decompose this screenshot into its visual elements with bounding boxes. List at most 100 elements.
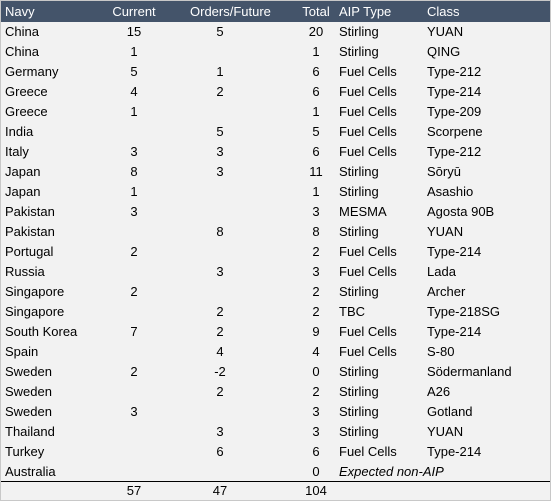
cell-current: 1 xyxy=(130,44,138,59)
header-aip-type: AIP Type xyxy=(339,4,392,19)
cell-total: 6 xyxy=(312,144,320,159)
cell-total: 9 xyxy=(312,324,320,339)
cell-navy: Germany xyxy=(5,64,59,79)
table-row: China 15 5 20 Stirling YUAN xyxy=(1,22,550,42)
cell-aip-type: Stirling xyxy=(339,44,379,59)
cell-total: 3 xyxy=(312,404,320,419)
cell-aip-type: Fuel Cells xyxy=(339,64,397,79)
cell-orders: 1 xyxy=(216,64,224,79)
cell-class: Type-214 xyxy=(427,84,482,99)
cell-total: 3 xyxy=(312,204,320,219)
cell-total: 6 xyxy=(312,64,320,79)
cell-class: Type-209 xyxy=(427,104,482,119)
cell-orders: 3 xyxy=(216,424,224,439)
cell-orders: 3 xyxy=(216,164,224,179)
cell-aip-type: Fuel Cells xyxy=(339,324,397,339)
cell-current: 8 xyxy=(130,164,138,179)
cell-class: Type-214 xyxy=(427,444,482,459)
cell-aip-type: Fuel Cells xyxy=(339,264,397,279)
cell-navy: Greece xyxy=(5,84,48,99)
cell-orders: 5 xyxy=(216,24,224,39)
cell-total: 2 xyxy=(312,284,320,299)
cell-orders: 3 xyxy=(216,264,224,279)
cell-aip-type: Fuel Cells xyxy=(339,244,397,259)
table-row: Japan 1 1 Stirling Asashio xyxy=(1,182,550,202)
cell-navy: Pakistan xyxy=(5,204,55,219)
cell-navy: China xyxy=(5,24,39,39)
table-row: Singapore 2 2 TBC Type-218SG xyxy=(1,302,550,322)
cell-class: S-80 xyxy=(427,344,455,359)
cell-total: 20 xyxy=(308,24,324,39)
cell-orders: 2 xyxy=(216,304,224,319)
cell-total: 2 xyxy=(312,384,320,399)
cell-orders: 2 xyxy=(216,324,224,339)
header-row: Navy Current Orders/Future Total AIP Typ… xyxy=(1,1,550,22)
cell-orders: 5 xyxy=(216,124,224,139)
cell-total: 2 xyxy=(312,244,320,259)
total-total: 104 xyxy=(305,483,327,498)
cell-navy: Japan xyxy=(5,164,41,179)
cell-orders: 2 xyxy=(216,384,224,399)
cell-aip-type: Fuel Cells xyxy=(339,124,397,139)
table-row: India 5 5 Fuel Cells Scorpene xyxy=(1,122,550,142)
header-class: Class xyxy=(427,4,460,19)
cell-orders: 4 xyxy=(216,344,224,359)
cell-orders: -2 xyxy=(214,364,226,379)
cell-current: 1 xyxy=(130,104,138,119)
cell-note: Expected non-AIP xyxy=(339,464,444,479)
cell-aip-type: TBC xyxy=(339,304,365,319)
table-row: Pakistan 8 8 Stirling YUAN xyxy=(1,222,550,242)
cell-class: Gotland xyxy=(427,404,473,419)
cell-navy: Singapore xyxy=(5,304,65,319)
cell-class: YUAN xyxy=(427,224,464,239)
cell-total: 1 xyxy=(312,104,320,119)
aip-submarine-table: Navy Current Orders/Future Total AIP Typ… xyxy=(0,0,551,501)
cell-navy: Japan xyxy=(5,184,41,199)
header-total: Total xyxy=(302,4,330,19)
table-row: China 1 1 Stirling QING xyxy=(1,42,550,62)
total-orders: 47 xyxy=(212,483,228,498)
cell-current: 1 xyxy=(130,184,138,199)
cell-total: 3 xyxy=(312,424,320,439)
cell-class: YUAN xyxy=(427,424,464,439)
cell-total: 8 xyxy=(312,224,320,239)
cell-class: Type-212 xyxy=(427,144,482,159)
cell-navy: Pakistan xyxy=(5,224,55,239)
cell-navy: Australia xyxy=(5,464,56,479)
cell-current: 3 xyxy=(130,404,138,419)
cell-navy: India xyxy=(5,124,34,139)
cell-class: YUAN xyxy=(427,24,464,39)
cell-aip-type: Stirling xyxy=(339,224,379,239)
cell-total: 6 xyxy=(312,84,320,99)
cell-navy: Thailand xyxy=(5,424,55,439)
cell-current: 2 xyxy=(130,244,138,259)
cell-current: 3 xyxy=(130,204,138,219)
cell-aip-type: Fuel Cells xyxy=(339,84,397,99)
cell-aip-type: Stirling xyxy=(339,164,379,179)
cell-class: QING xyxy=(427,44,461,59)
table-row: Sweden 2 2 Stirling A26 xyxy=(1,382,550,402)
cell-class: Type-214 xyxy=(427,324,482,339)
cell-aip-type: Stirling xyxy=(339,404,379,419)
cell-current: 7 xyxy=(130,324,138,339)
cell-orders: 3 xyxy=(216,144,224,159)
cell-aip-type: Fuel Cells xyxy=(339,344,397,359)
cell-class: Södermanland xyxy=(427,364,512,379)
cell-total: 0 xyxy=(312,464,320,479)
table-row: Greece 1 1 Fuel Cells Type-209 xyxy=(1,102,550,122)
cell-class: Sōryū xyxy=(427,164,461,179)
cell-aip-type: Stirling xyxy=(339,284,379,299)
cell-total: 11 xyxy=(309,164,323,179)
table-row: Germany 5 1 6 Fuel Cells Type-212 xyxy=(1,62,550,82)
table-row: Spain 4 4 Fuel Cells S-80 xyxy=(1,342,550,362)
cell-current: 3 xyxy=(130,144,138,159)
table-row: Greece 4 2 6 Fuel Cells Type-214 xyxy=(1,82,550,102)
cell-class: Lada xyxy=(427,264,456,279)
table-row: Russia 3 3 Fuel Cells Lada xyxy=(1,262,550,282)
cell-total: 1 xyxy=(312,184,320,199)
table-row: Australia 0 Expected non-AIP xyxy=(1,462,550,482)
cell-navy: Greece xyxy=(5,104,48,119)
cell-aip-type: Stirling xyxy=(339,184,379,199)
cell-current: 2 xyxy=(130,284,138,299)
cell-aip-type: Fuel Cells xyxy=(339,104,397,119)
